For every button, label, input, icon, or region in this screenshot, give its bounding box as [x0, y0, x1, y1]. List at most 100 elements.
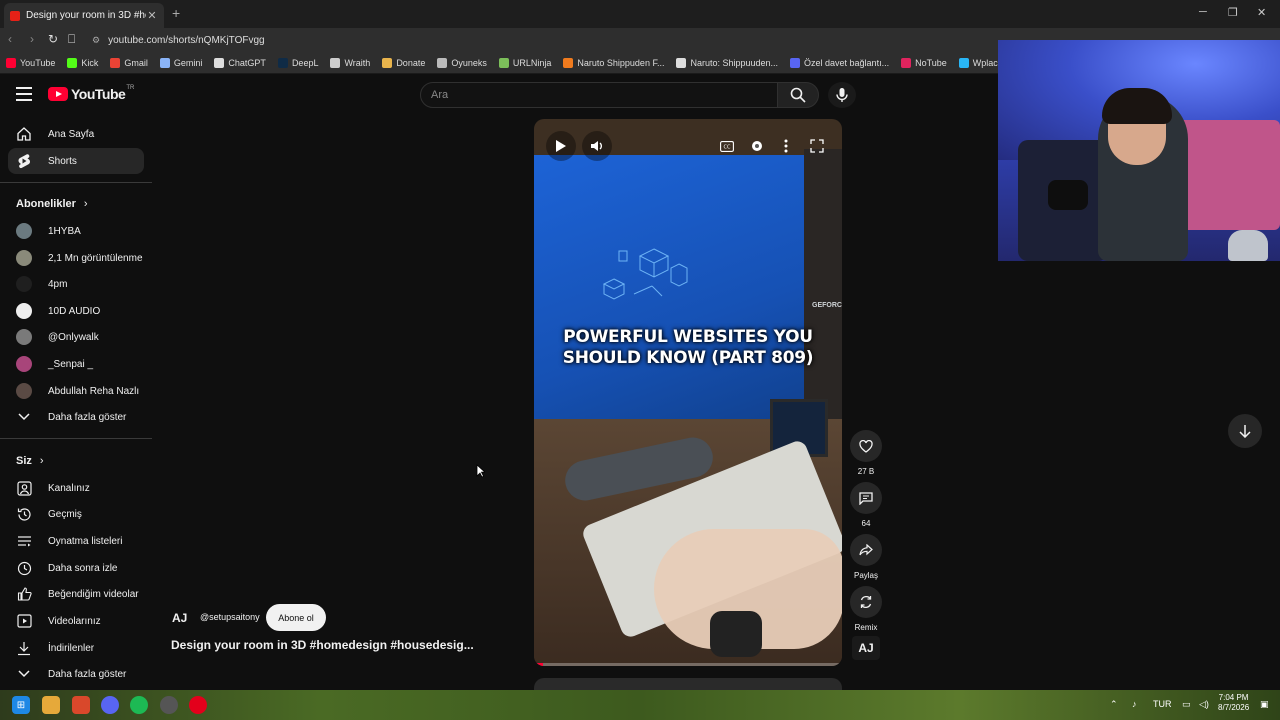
sidebar-subscription[interactable]: 1HYBA: [8, 218, 144, 244]
sidebar-subscription[interactable]: 4pm: [8, 271, 144, 297]
browser-tab[interactable]: Design your room in 3D #home ✕: [4, 3, 164, 28]
youtube-play-icon: [48, 87, 68, 101]
network-icon[interactable]: ▭: [1182, 699, 1191, 710]
next-video-button[interactable]: [1228, 414, 1262, 448]
video-progress-bar[interactable]: [534, 663, 842, 666]
speaker-icon[interactable]: ◁): [1199, 699, 1209, 710]
sidebar-item-watch-later[interactable]: Daha sonra izle: [8, 555, 144, 581]
bookmark-label: Donate: [396, 57, 426, 68]
close-window-icon[interactable]: ✕: [1257, 6, 1266, 19]
play-icon: [556, 140, 566, 152]
sidebar-item-playlists[interactable]: Oynatma listeleri: [8, 528, 144, 554]
remix-button[interactable]: Remix: [850, 586, 882, 632]
search-button[interactable]: [777, 82, 819, 108]
restore-icon[interactable]: ❐: [1228, 6, 1238, 19]
notification-icon[interactable]: ▣: [1260, 699, 1269, 710]
bookmark-favicon-icon: [437, 57, 448, 68]
bookmark-item[interactable]: URLNinja: [498, 57, 551, 68]
sidebar-item-shorts[interactable]: Shorts: [8, 148, 144, 174]
bookmark-item[interactable]: Oyuneks: [437, 57, 487, 68]
sidebar-item-history[interactable]: Geçmiş: [8, 501, 144, 527]
bookmark-item[interactable]: Kick: [67, 57, 98, 68]
site-info-icon[interactable]: ⚙: [92, 35, 100, 46]
bookmark-item[interactable]: Özel davet bağlantı...: [790, 57, 889, 68]
forward-icon[interactable]: ›: [30, 32, 34, 46]
settings-button[interactable]: [746, 135, 768, 157]
bookmark-item[interactable]: NoTube: [901, 57, 947, 68]
file-explorer-icon[interactable]: [42, 696, 60, 714]
arrow-down-icon: [1239, 425, 1251, 438]
sidebar-item-label: Videolarınız: [48, 615, 101, 627]
show-more-subscriptions[interactable]: Daha fazla göster: [8, 404, 144, 430]
bookmark-item[interactable]: Gmail: [110, 57, 148, 68]
bookmark-icon[interactable]: ⎕: [68, 32, 75, 47]
sidebar-subscription[interactable]: 2,1 Mn görüntülenme: [8, 245, 144, 271]
tray-expand-icon[interactable]: ⌃: [1110, 699, 1118, 710]
search-icon: [790, 87, 806, 103]
windows-start-icon[interactable]: ⊞: [12, 696, 30, 714]
share-icon: [850, 534, 882, 566]
play-button[interactable]: [546, 131, 576, 161]
steam-icon[interactable]: [160, 696, 178, 714]
bookmark-item[interactable]: Naruto Shippuden F...: [563, 57, 664, 68]
subscribe-button[interactable]: Abone ol: [266, 604, 326, 631]
discord-icon[interactable]: [101, 696, 119, 714]
hamburger-menu-icon[interactable]: [16, 87, 32, 101]
volume-button[interactable]: [582, 131, 612, 161]
bookmark-item[interactable]: DeepL: [277, 57, 318, 68]
sidebar-item-your-videos[interactable]: Videolarınız: [8, 608, 144, 634]
bookmark-item[interactable]: Naruto: Shippuuden...: [676, 57, 778, 68]
history-icon: [16, 506, 32, 522]
sidebar-item-downloads[interactable]: İndirilenler: [8, 635, 144, 661]
channel-handle[interactable]: @setupsaitony: [200, 612, 260, 622]
next-short-preview[interactable]: [534, 678, 842, 690]
spotify-icon[interactable]: [130, 696, 148, 714]
more-options-button[interactable]: [775, 135, 797, 157]
tab-close-icon[interactable]: ✕: [146, 9, 158, 22]
video-title[interactable]: Design your room in 3D #homedesign #hous…: [171, 638, 474, 652]
url-field[interactable]: ⚙ youtube.com/shorts/nQMKjTOFvgg: [92, 31, 992, 49]
tray-mic-icon[interactable]: ♪: [1132, 699, 1137, 709]
minimize-icon[interactable]: ─: [1199, 6, 1207, 18]
comments-button[interactable]: 64: [850, 482, 882, 528]
heart-icon: [850, 430, 882, 462]
search-input[interactable]: Ara: [420, 82, 778, 108]
like-button[interactable]: 27 B: [850, 430, 882, 476]
bookmark-item[interactable]: Gemini: [159, 57, 202, 68]
voice-search-button[interactable]: [828, 82, 856, 108]
new-tab-button[interactable]: +: [172, 5, 180, 21]
channel-avatar-button[interactable]: AJ: [852, 636, 880, 660]
opera-gx-icon[interactable]: [189, 696, 207, 714]
brave-browser-icon[interactable]: [72, 696, 90, 714]
sidebar-subscription[interactable]: Abdullah Reha Nazlı: [8, 378, 144, 404]
share-button[interactable]: Paylaş: [850, 534, 882, 580]
captions-button[interactable]: CC: [716, 135, 738, 157]
channel-icon: [16, 480, 32, 496]
youtube-logo[interactable]: YouTube TR: [48, 85, 134, 102]
language-indicator[interactable]: TUR: [1153, 699, 1172, 709]
chevron-right-icon: ›: [83, 198, 88, 210]
sidebar-subscription[interactable]: _Senpai _: [8, 351, 144, 377]
sidebar-subscription[interactable]: 10D AUDIO: [8, 298, 144, 324]
sidebar-item-home[interactable]: Ana Sayfa: [8, 121, 144, 147]
subscriptions-heading[interactable]: Abonelikler ›: [16, 198, 88, 210]
bookmark-item[interactable]: YouTube: [6, 57, 55, 68]
back-icon[interactable]: ‹: [8, 32, 12, 46]
sidebar-item-channel[interactable]: Kanalınız: [8, 475, 144, 501]
taskbar-clock[interactable]: 7:04 PM 8/7/2026: [1218, 693, 1249, 713]
you-heading[interactable]: Siz ›: [16, 455, 44, 467]
fullscreen-button[interactable]: [806, 135, 828, 157]
bookmark-item[interactable]: Wraith: [330, 57, 370, 68]
webcam-overlay: [998, 40, 1280, 261]
sidebar-item-liked[interactable]: Beğendiğim videolar: [8, 581, 144, 607]
show-more-you[interactable]: Daha fazla göster: [8, 661, 144, 687]
bookmark-item[interactable]: Donate: [382, 57, 426, 68]
svg-text:CC: CC: [724, 144, 731, 150]
clock-time: 7:04 PM: [1218, 693, 1249, 702]
bookmark-item[interactable]: ChatGPT: [214, 57, 266, 68]
reload-icon[interactable]: ↻: [48, 32, 58, 46]
shorts-player[interactable]: GEFORC POWERFUL WEBSITES YOU SHOULD KNOW…: [534, 119, 842, 666]
sidebar-subscription[interactable]: @Onlywalk: [8, 324, 144, 350]
channel-logo[interactable]: AJ: [172, 609, 192, 627]
shorts-icon: [16, 153, 32, 169]
